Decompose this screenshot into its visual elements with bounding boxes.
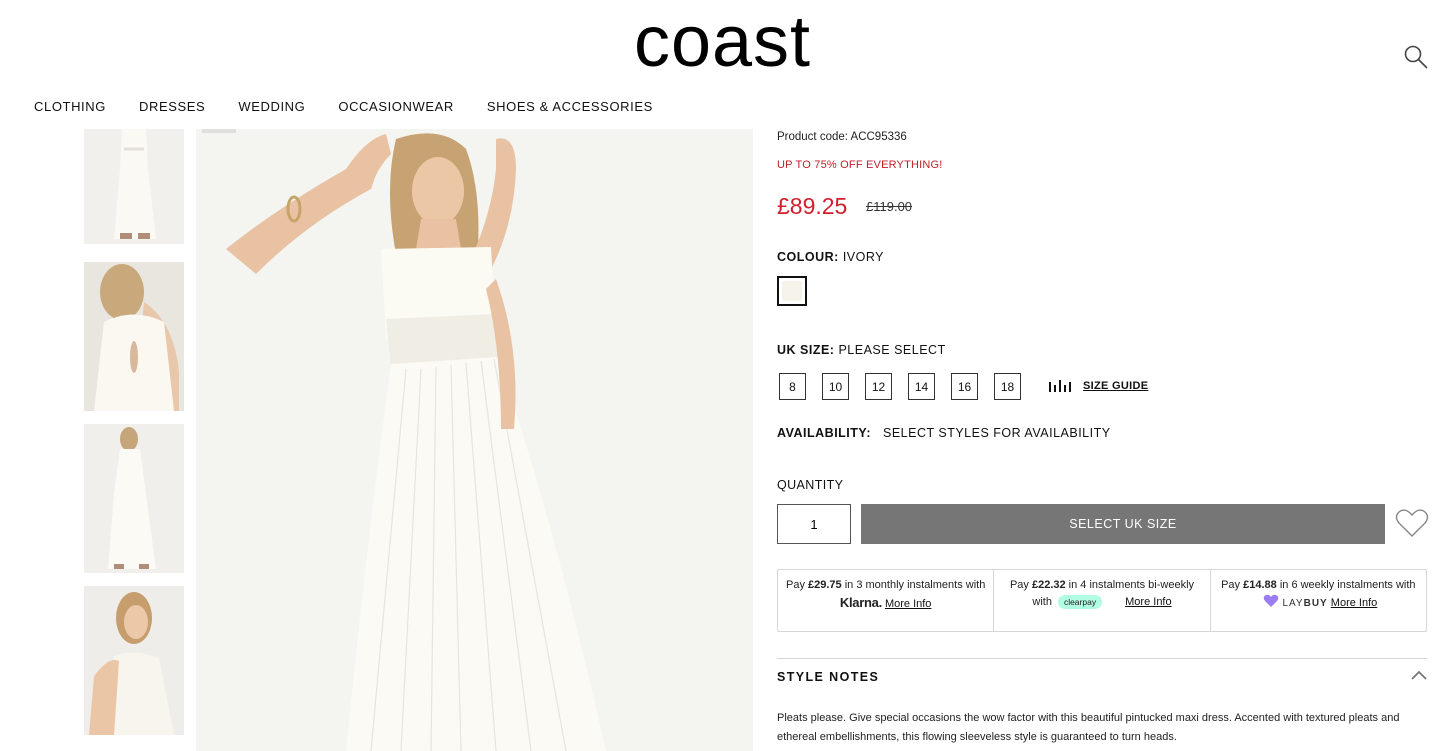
size-option-8[interactable]: 8 [779,373,806,400]
colour-value: IVORY [842,250,884,264]
nav-item-shoes-accessories[interactable]: SHOES & ACCESSORIES [487,99,653,114]
size-row: UK SIZE: PLEASE SELECT [777,343,946,357]
nav-item-clothing[interactable]: CLOTHING [34,99,106,114]
main-product-image[interactable] [196,129,753,751]
klarna-pre: Pay [785,579,808,591]
add-to-bag-button[interactable]: SELECT UK SIZE [861,504,1385,544]
brand-logo[interactable]: coast [0,2,1445,82]
klarna-logo: Klarna. [839,595,882,610]
promo-banner: UP TO 75% OFF EVERYTHING! [777,159,943,171]
original-price: £119.00 [866,199,913,214]
laybuy-logo-lay: LAY [1282,598,1304,609]
availability-value: SELECT STYLES FOR AVAILABILITY [882,426,1111,440]
quantity-label: QUANTITY [777,478,844,492]
size-guide-label: SIZE GUIDE [1083,380,1149,392]
size-value: PLEASE SELECT [838,343,946,357]
size-option-14[interactable]: 14 [908,373,935,400]
nav-item-wedding[interactable]: WEDDING [238,99,305,114]
style-notes-heading[interactable]: STYLE NOTES [777,670,879,684]
sale-price: £89.25 [777,193,848,219]
laybuy-amount: £14.88 [1243,579,1277,591]
availability-row: AVAILABILITY: SELECT STYLES FOR AVAILABI… [777,426,1111,440]
size-guide-link[interactable]: SIZE GUIDE [1049,380,1148,392]
search-icon[interactable] [1403,44,1429,70]
clearpay-amount: £22.32 [1031,579,1066,591]
ruler-icon [1049,380,1071,392]
size-option-16[interactable]: 16 [951,373,978,400]
thumbnail-4[interactable] [84,586,184,735]
thumbnail-2[interactable] [84,262,184,411]
clearpay-more-info-link[interactable]: More Info [1125,596,1171,608]
thumbnail-1[interactable] [84,129,184,244]
size-label: UK SIZE: [777,343,835,357]
size-options: 8 10 12 14 16 18 [779,373,1037,400]
main-nav: CLOTHING DRESSES WEDDING OCCASIONWEAR SH… [34,99,686,114]
payment-options: Pay £29.75 in 3 monthly instalments with… [777,569,1427,632]
laybuy-more-info-link[interactable]: More Info [1331,597,1377,609]
klarna-mid: in 3 monthly instalments with [841,579,986,591]
colour-swatch-ivory[interactable] [777,276,807,306]
klarna-option: Pay £29.75 in 3 monthly instalments with… [778,570,995,631]
nav-item-occasionwear[interactable]: OCCASIONWEAR [338,99,454,114]
size-option-18[interactable]: 18 [994,373,1021,400]
size-option-10[interactable]: 10 [822,373,849,400]
nav-item-dresses[interactable]: DRESSES [139,99,205,114]
product-code: Product code: ACC95336 [777,131,907,143]
quantity-input[interactable] [777,504,851,544]
wishlist-heart-icon[interactable] [1395,507,1429,539]
availability-label: AVAILABILITY: [777,426,871,440]
colour-row: COLOUR: IVORY [777,250,884,264]
colour-label: COLOUR: [777,250,839,264]
laybuy-pre: Pay [1221,579,1244,591]
laybuy-mid: in 6 weekly instalments with [1276,579,1416,591]
section-divider [777,658,1427,659]
clearpay-option: Pay £22.32 in 4 instalments bi-weekly wi… [994,570,1211,631]
swatch-fill [782,281,802,301]
laybuy-heart-icon [1264,594,1279,607]
laybuy-logo-buy: BUY [1303,598,1328,609]
size-option-12[interactable]: 12 [865,373,892,400]
chevron-up-icon[interactable] [1411,669,1427,681]
klarna-amount: £29.75 [808,579,842,591]
style-notes-text: Pleats please. Give special occasions th… [777,712,1400,743]
clearpay-pre: Pay [1009,579,1032,591]
thumbnail-3[interactable] [84,424,184,573]
laybuy-option: Pay £14.88 in 6 weekly instalments with … [1211,570,1426,631]
clearpay-logo: clearpay [1057,595,1103,609]
laybuy-logo: LAYBUY [1282,598,1327,609]
klarna-more-info-link[interactable]: More Info [885,598,931,610]
